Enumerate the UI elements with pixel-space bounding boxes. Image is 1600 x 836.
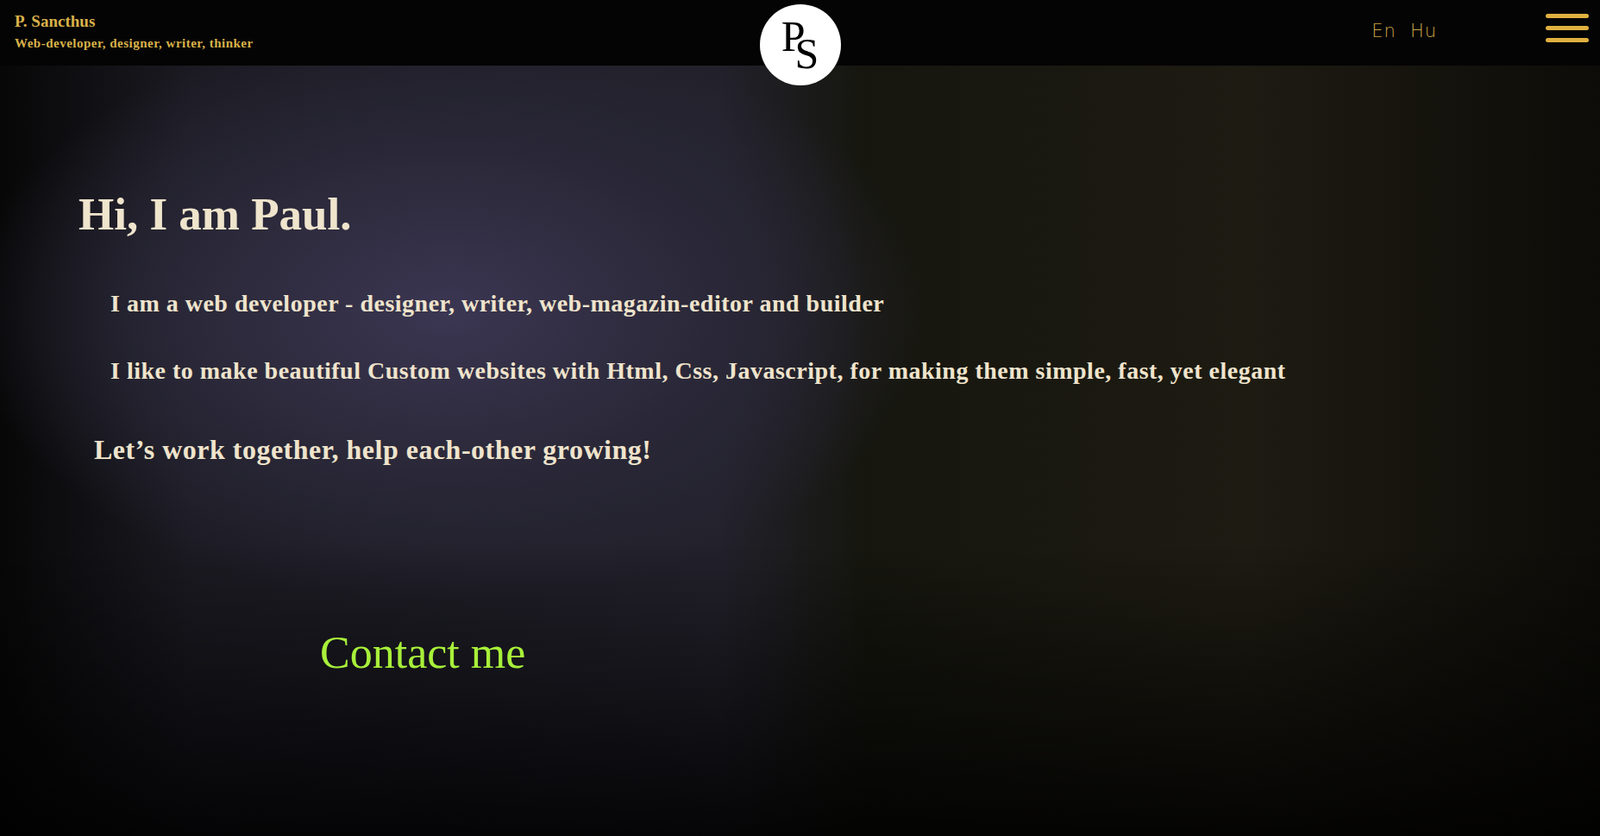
hero-text: I like to make beautiful Custom websites… [110, 353, 1600, 388]
brand[interactable]: P. Sancthus Web-developer, designer, writ… [0, 0, 760, 52]
hero: Hi, I am Paul. I am a web developer - des… [0, 65, 1600, 836]
language-switch: En Hu [1371, 20, 1437, 42]
hero-text: I am a web developer - designer, writer,… [110, 286, 1600, 320]
brand-name[interactable]: P. Sancthus [14, 11, 760, 32]
contact-button[interactable]: Contact me [320, 626, 526, 680]
top-bar: P. Sancthus Web-developer, designer, writ… [0, 0, 1600, 66]
hero-call: Let’s work together, help each-other gro… [94, 430, 1600, 470]
page: P. Sancthus Web-developer, designer, writ… [0, 0, 1600, 836]
logo[interactable]: PS [759, 4, 841, 86]
hamburger-menu-icon[interactable] [1545, 13, 1589, 43]
language-option[interactable]: Hu [1410, 20, 1437, 42]
logo-letter: S [795, 31, 820, 76]
hero-title: Hi, I am Paul. [78, 186, 1600, 242]
language-option[interactable]: En [1371, 20, 1397, 42]
brand-tagline: Web-developer, designer, writer, thinker [14, 34, 760, 52]
